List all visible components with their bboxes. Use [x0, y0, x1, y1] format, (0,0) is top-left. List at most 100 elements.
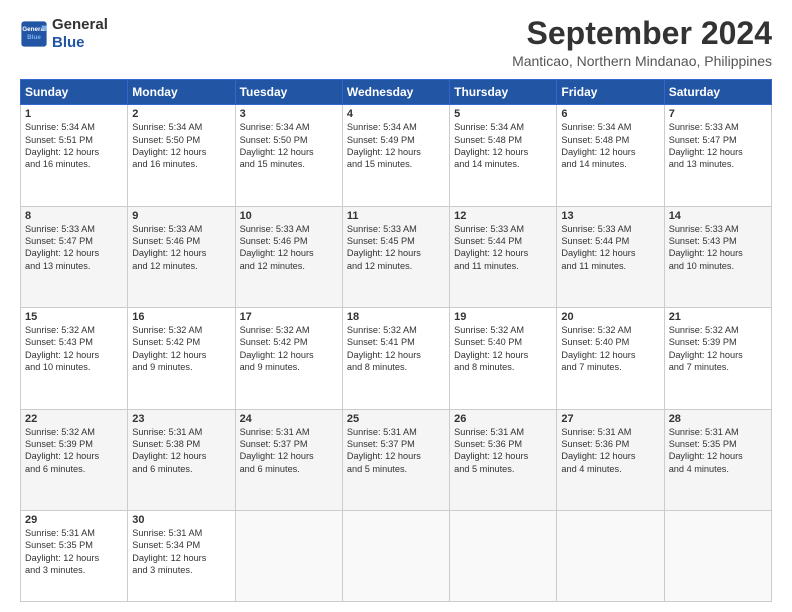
col-saturday: Saturday: [664, 80, 771, 105]
header-row: Sunday Monday Tuesday Wednesday Thursday…: [21, 80, 772, 105]
title-block: September 2024 Manticao, Northern Mindan…: [512, 16, 772, 69]
cell-content: Sunrise: 5:34 AMSunset: 5:49 PMDaylight:…: [347, 121, 445, 171]
day-number: 26: [454, 413, 552, 425]
cell-content: Sunrise: 5:34 AMSunset: 5:50 PMDaylight:…: [240, 121, 338, 171]
svg-text:General: General: [22, 26, 46, 33]
cell-content: Sunrise: 5:32 AMSunset: 5:41 PMDaylight:…: [347, 324, 445, 374]
day-number: 7: [669, 108, 767, 120]
day-number: 15: [25, 311, 123, 323]
table-row: [557, 510, 664, 601]
table-row: 26Sunrise: 5:31 AMSunset: 5:36 PMDayligh…: [450, 409, 557, 510]
table-row: 12Sunrise: 5:33 AMSunset: 5:44 PMDayligh…: [450, 206, 557, 307]
cell-content: Sunrise: 5:34 AMSunset: 5:48 PMDaylight:…: [454, 121, 552, 171]
table-row: 10Sunrise: 5:33 AMSunset: 5:46 PMDayligh…: [235, 206, 342, 307]
table-row: 2Sunrise: 5:34 AMSunset: 5:50 PMDaylight…: [128, 105, 235, 206]
table-row: 8Sunrise: 5:33 AMSunset: 5:47 PMDaylight…: [21, 206, 128, 307]
cell-content: Sunrise: 5:31 AMSunset: 5:34 PMDaylight:…: [132, 527, 230, 577]
day-number: 30: [132, 514, 230, 526]
page: General Blue General Blue September 2024…: [0, 0, 792, 612]
day-number: 20: [561, 311, 659, 323]
cell-content: Sunrise: 5:31 AMSunset: 5:37 PMDaylight:…: [240, 426, 338, 476]
day-number: 21: [669, 311, 767, 323]
table-row: [450, 510, 557, 601]
table-row: 23Sunrise: 5:31 AMSunset: 5:38 PMDayligh…: [128, 409, 235, 510]
table-row: 4Sunrise: 5:34 AMSunset: 5:49 PMDaylight…: [342, 105, 449, 206]
table-row: 6Sunrise: 5:34 AMSunset: 5:48 PMDaylight…: [557, 105, 664, 206]
day-number: 29: [25, 514, 123, 526]
col-friday: Friday: [557, 80, 664, 105]
day-number: 14: [669, 210, 767, 222]
cell-content: Sunrise: 5:32 AMSunset: 5:39 PMDaylight:…: [25, 426, 123, 476]
logo-icon: General Blue: [20, 20, 48, 48]
day-number: 11: [347, 210, 445, 222]
cell-content: Sunrise: 5:31 AMSunset: 5:36 PMDaylight:…: [561, 426, 659, 476]
day-number: 6: [561, 108, 659, 120]
table-row: 20Sunrise: 5:32 AMSunset: 5:40 PMDayligh…: [557, 308, 664, 409]
table-row: 19Sunrise: 5:32 AMSunset: 5:40 PMDayligh…: [450, 308, 557, 409]
main-title: September 2024: [512, 16, 772, 51]
subtitle: Manticao, Northern Mindanao, Philippines: [512, 53, 772, 69]
table-row: 22Sunrise: 5:32 AMSunset: 5:39 PMDayligh…: [21, 409, 128, 510]
col-wednesday: Wednesday: [342, 80, 449, 105]
day-number: 23: [132, 413, 230, 425]
table-row: 30Sunrise: 5:31 AMSunset: 5:34 PMDayligh…: [128, 510, 235, 601]
day-number: 25: [347, 413, 445, 425]
day-number: 13: [561, 210, 659, 222]
cell-content: Sunrise: 5:32 AMSunset: 5:40 PMDaylight:…: [454, 324, 552, 374]
table-row: 5Sunrise: 5:34 AMSunset: 5:48 PMDaylight…: [450, 105, 557, 206]
table-row: 24Sunrise: 5:31 AMSunset: 5:37 PMDayligh…: [235, 409, 342, 510]
day-number: 19: [454, 311, 552, 323]
cell-content: Sunrise: 5:34 AMSunset: 5:48 PMDaylight:…: [561, 121, 659, 171]
cell-content: Sunrise: 5:31 AMSunset: 5:35 PMDaylight:…: [25, 527, 123, 577]
table-row: 11Sunrise: 5:33 AMSunset: 5:45 PMDayligh…: [342, 206, 449, 307]
table-row: 7Sunrise: 5:33 AMSunset: 5:47 PMDaylight…: [664, 105, 771, 206]
table-row: 27Sunrise: 5:31 AMSunset: 5:36 PMDayligh…: [557, 409, 664, 510]
day-number: 17: [240, 311, 338, 323]
cell-content: Sunrise: 5:33 AMSunset: 5:45 PMDaylight:…: [347, 223, 445, 273]
table-row: 3Sunrise: 5:34 AMSunset: 5:50 PMDaylight…: [235, 105, 342, 206]
cell-content: Sunrise: 5:33 AMSunset: 5:44 PMDaylight:…: [454, 223, 552, 273]
table-row: 17Sunrise: 5:32 AMSunset: 5:42 PMDayligh…: [235, 308, 342, 409]
day-number: 16: [132, 311, 230, 323]
table-row: 16Sunrise: 5:32 AMSunset: 5:42 PMDayligh…: [128, 308, 235, 409]
day-number: 18: [347, 311, 445, 323]
cell-content: Sunrise: 5:33 AMSunset: 5:44 PMDaylight:…: [561, 223, 659, 273]
table-row: 28Sunrise: 5:31 AMSunset: 5:35 PMDayligh…: [664, 409, 771, 510]
table-row: 18Sunrise: 5:32 AMSunset: 5:41 PMDayligh…: [342, 308, 449, 409]
cell-content: Sunrise: 5:32 AMSunset: 5:40 PMDaylight:…: [561, 324, 659, 374]
day-number: 10: [240, 210, 338, 222]
table-row: [235, 510, 342, 601]
col-tuesday: Tuesday: [235, 80, 342, 105]
day-number: 9: [132, 210, 230, 222]
cell-content: Sunrise: 5:31 AMSunset: 5:37 PMDaylight:…: [347, 426, 445, 476]
logo: General Blue General Blue: [20, 16, 108, 52]
table-row: 29Sunrise: 5:31 AMSunset: 5:35 PMDayligh…: [21, 510, 128, 601]
table-row: 9Sunrise: 5:33 AMSunset: 5:46 PMDaylight…: [128, 206, 235, 307]
day-number: 24: [240, 413, 338, 425]
cell-content: Sunrise: 5:32 AMSunset: 5:42 PMDaylight:…: [132, 324, 230, 374]
day-number: 27: [561, 413, 659, 425]
day-number: 3: [240, 108, 338, 120]
day-number: 1: [25, 108, 123, 120]
table-row: [342, 510, 449, 601]
cell-content: Sunrise: 5:34 AMSunset: 5:51 PMDaylight:…: [25, 121, 123, 171]
logo-text-blue: Blue: [52, 34, 108, 52]
day-number: 22: [25, 413, 123, 425]
col-sunday: Sunday: [21, 80, 128, 105]
cell-content: Sunrise: 5:33 AMSunset: 5:43 PMDaylight:…: [669, 223, 767, 273]
cell-content: Sunrise: 5:31 AMSunset: 5:38 PMDaylight:…: [132, 426, 230, 476]
cell-content: Sunrise: 5:33 AMSunset: 5:47 PMDaylight:…: [669, 121, 767, 171]
day-number: 2: [132, 108, 230, 120]
day-number: 5: [454, 108, 552, 120]
cell-content: Sunrise: 5:31 AMSunset: 5:36 PMDaylight:…: [454, 426, 552, 476]
table-row: 21Sunrise: 5:32 AMSunset: 5:39 PMDayligh…: [664, 308, 771, 409]
day-number: 28: [669, 413, 767, 425]
cell-content: Sunrise: 5:34 AMSunset: 5:50 PMDaylight:…: [132, 121, 230, 171]
cell-content: Sunrise: 5:31 AMSunset: 5:35 PMDaylight:…: [669, 426, 767, 476]
svg-text:Blue: Blue: [27, 34, 41, 41]
table-row: 14Sunrise: 5:33 AMSunset: 5:43 PMDayligh…: [664, 206, 771, 307]
cell-content: Sunrise: 5:32 AMSunset: 5:43 PMDaylight:…: [25, 324, 123, 374]
day-number: 12: [454, 210, 552, 222]
table-row: 1Sunrise: 5:34 AMSunset: 5:51 PMDaylight…: [21, 105, 128, 206]
day-number: 8: [25, 210, 123, 222]
